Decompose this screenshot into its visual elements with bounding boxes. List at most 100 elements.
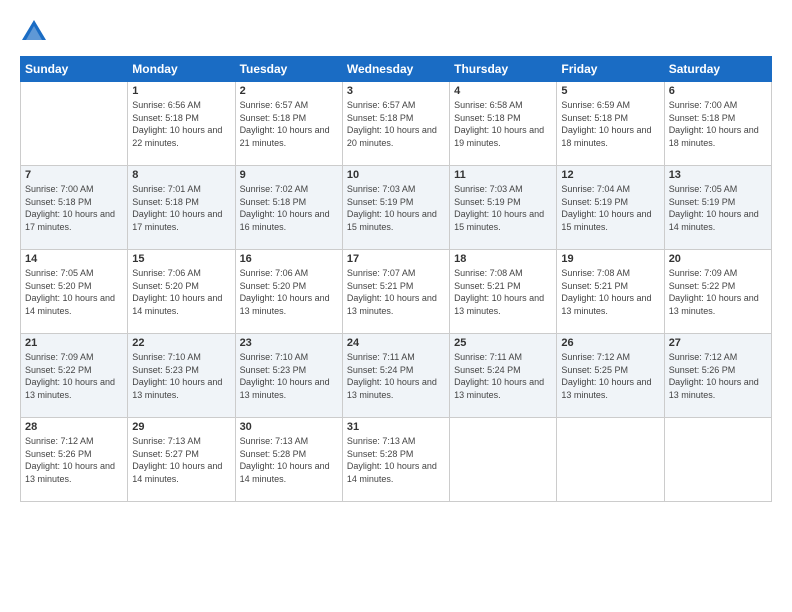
calendar-week-row: 7Sunrise: 7:00 AMSunset: 5:18 PMDaylight… — [21, 166, 772, 250]
day-info: Sunrise: 7:11 AMSunset: 5:24 PMDaylight:… — [347, 351, 445, 401]
day-info: Sunrise: 7:00 AMSunset: 5:18 PMDaylight:… — [669, 99, 767, 149]
calendar-cell — [557, 418, 664, 502]
day-number: 12 — [561, 169, 659, 181]
calendar-cell: 27 Sunrise: 7:12 AMSunset: 5:26 PMDayligh… — [664, 334, 771, 418]
day-number: 17 — [347, 253, 445, 265]
calendar-cell: 30Sunrise: 7:13 AMSunset: 5:28 PMDayligh… — [235, 418, 342, 502]
weekday-header-tuesday: Tuesday — [235, 57, 342, 82]
day-number: 19 — [561, 253, 659, 265]
day-info: Sunrise: 7:12 AMSunset: 5:25 PMDaylight:… — [561, 351, 659, 401]
day-number: 24 — [347, 337, 445, 349]
weekday-header-thursday: Thursday — [450, 57, 557, 82]
day-number: 11 — [454, 169, 552, 181]
calendar-cell: 10 Sunrise: 7:03 AMSunset: 5:19 PMDayligh… — [342, 166, 449, 250]
calendar-cell: 26 Sunrise: 7:12 AMSunset: 5:25 PMDayligh… — [557, 334, 664, 418]
calendar-cell — [664, 418, 771, 502]
logo-icon — [20, 18, 48, 46]
calendar-cell: 31 Sunrise: 7:13 AMSunset: 5:28 PMDayligh… — [342, 418, 449, 502]
weekday-header-wednesday: Wednesday — [342, 57, 449, 82]
day-number: 30 — [240, 421, 338, 433]
calendar-cell: 11 Sunrise: 7:03 AMSunset: 5:19 PMDayligh… — [450, 166, 557, 250]
day-number: 26 — [561, 337, 659, 349]
day-info: Sunrise: 7:10 AMSunset: 5:23 PMDaylight:… — [132, 351, 230, 401]
day-number: 8 — [132, 169, 230, 181]
day-number: 1 — [132, 85, 230, 97]
calendar-cell: 18 Sunrise: 7:08 AMSunset: 5:21 PMDayligh… — [450, 250, 557, 334]
calendar-cell: 17 Sunrise: 7:07 AMSunset: 5:21 PMDayligh… — [342, 250, 449, 334]
calendar-cell: 9 Sunrise: 7:02 AMSunset: 5:18 PMDaylight… — [235, 166, 342, 250]
calendar-cell — [21, 82, 128, 166]
logo — [20, 18, 52, 46]
weekday-header-monday: Monday — [128, 57, 235, 82]
day-info: Sunrise: 6:58 AMSunset: 5:18 PMDaylight:… — [454, 99, 552, 149]
day-info: Sunrise: 7:09 AMSunset: 5:22 PMDaylight:… — [669, 267, 767, 317]
day-number: 10 — [347, 169, 445, 181]
day-number: 23 — [240, 337, 338, 349]
day-info: Sunrise: 7:07 AMSunset: 5:21 PMDaylight:… — [347, 267, 445, 317]
day-info: Sunrise: 7:13 AMSunset: 5:27 PMDaylight:… — [132, 435, 230, 485]
calendar-header-row: SundayMondayTuesdayWednesdayThursdayFrid… — [21, 57, 772, 82]
day-number: 28 — [25, 421, 123, 433]
calendar-cell: 4Sunrise: 6:58 AMSunset: 5:18 PMDaylight… — [450, 82, 557, 166]
day-info: Sunrise: 6:57 AMSunset: 5:18 PMDaylight:… — [240, 99, 338, 149]
day-info: Sunrise: 7:10 AMSunset: 5:23 PMDaylight:… — [240, 351, 338, 401]
day-number: 14 — [25, 253, 123, 265]
day-number: 15 — [132, 253, 230, 265]
day-info: Sunrise: 7:12 AMSunset: 5:26 PMDaylight:… — [25, 435, 123, 485]
calendar-cell: 7Sunrise: 7:00 AMSunset: 5:18 PMDaylight… — [21, 166, 128, 250]
calendar-cell: 29 Sunrise: 7:13 AMSunset: 5:27 PMDayligh… — [128, 418, 235, 502]
calendar-week-row: 28 Sunrise: 7:12 AMSunset: 5:26 PMDayligh… — [21, 418, 772, 502]
calendar-cell: 20 Sunrise: 7:09 AMSunset: 5:22 PMDayligh… — [664, 250, 771, 334]
day-number: 21 — [25, 337, 123, 349]
day-number: 29 — [132, 421, 230, 433]
calendar-cell: 28 Sunrise: 7:12 AMSunset: 5:26 PMDayligh… — [21, 418, 128, 502]
day-info: Sunrise: 7:06 AMSunset: 5:20 PMDaylight:… — [132, 267, 230, 317]
day-info: Sunrise: 7:01 AMSunset: 5:18 PMDaylight:… — [132, 183, 230, 233]
day-number: 20 — [669, 253, 767, 265]
day-number: 3 — [347, 85, 445, 97]
calendar-week-row: 21 Sunrise: 7:09 AMSunset: 5:22 PMDayligh… — [21, 334, 772, 418]
calendar-cell: 21 Sunrise: 7:09 AMSunset: 5:22 PMDayligh… — [21, 334, 128, 418]
calendar-cell: 2 Sunrise: 6:57 AMSunset: 5:18 PMDaylight… — [235, 82, 342, 166]
day-number: 18 — [454, 253, 552, 265]
calendar-week-row: 1 Sunrise: 6:56 AMSunset: 5:18 PMDaylight… — [21, 82, 772, 166]
weekday-header-saturday: Saturday — [664, 57, 771, 82]
day-info: Sunrise: 6:56 AMSunset: 5:18 PMDaylight:… — [132, 99, 230, 149]
calendar-cell: 5Sunrise: 6:59 AMSunset: 5:18 PMDaylight… — [557, 82, 664, 166]
calendar-cell: 24 Sunrise: 7:11 AMSunset: 5:24 PMDayligh… — [342, 334, 449, 418]
day-info: Sunrise: 7:00 AMSunset: 5:18 PMDaylight:… — [25, 183, 123, 233]
calendar-cell: 16 Sunrise: 7:06 AMSunset: 5:20 PMDayligh… — [235, 250, 342, 334]
day-info: Sunrise: 7:09 AMSunset: 5:22 PMDaylight:… — [25, 351, 123, 401]
calendar-table: SundayMondayTuesdayWednesdayThursdayFrid… — [20, 56, 772, 502]
day-number: 22 — [132, 337, 230, 349]
day-number: 31 — [347, 421, 445, 433]
day-info: Sunrise: 7:02 AMSunset: 5:18 PMDaylight:… — [240, 183, 338, 233]
day-number: 16 — [240, 253, 338, 265]
calendar-cell: 15 Sunrise: 7:06 AMSunset: 5:20 PMDayligh… — [128, 250, 235, 334]
calendar-cell: 3Sunrise: 6:57 AMSunset: 5:18 PMDaylight… — [342, 82, 449, 166]
calendar-cell: 19Sunrise: 7:08 AMSunset: 5:21 PMDayligh… — [557, 250, 664, 334]
calendar-cell: 23 Sunrise: 7:10 AMSunset: 5:23 PMDayligh… — [235, 334, 342, 418]
day-number: 13 — [669, 169, 767, 181]
weekday-header-sunday: Sunday — [21, 57, 128, 82]
day-info: Sunrise: 7:08 AMSunset: 5:21 PMDaylight:… — [454, 267, 552, 317]
day-info: Sunrise: 7:03 AMSunset: 5:19 PMDaylight:… — [454, 183, 552, 233]
day-info: Sunrise: 7:03 AMSunset: 5:19 PMDaylight:… — [347, 183, 445, 233]
weekday-header-friday: Friday — [557, 57, 664, 82]
calendar-week-row: 14 Sunrise: 7:05 AMSunset: 5:20 PMDayligh… — [21, 250, 772, 334]
page: SundayMondayTuesdayWednesdayThursdayFrid… — [0, 0, 792, 612]
calendar-cell: 22 Sunrise: 7:10 AMSunset: 5:23 PMDayligh… — [128, 334, 235, 418]
calendar-cell: 1 Sunrise: 6:56 AMSunset: 5:18 PMDaylight… — [128, 82, 235, 166]
day-info: Sunrise: 7:06 AMSunset: 5:20 PMDaylight:… — [240, 267, 338, 317]
day-info: Sunrise: 7:05 AMSunset: 5:20 PMDaylight:… — [25, 267, 123, 317]
day-info: Sunrise: 7:13 AMSunset: 5:28 PMDaylight:… — [347, 435, 445, 485]
calendar-cell: 6Sunrise: 7:00 AMSunset: 5:18 PMDaylight… — [664, 82, 771, 166]
day-number: 2 — [240, 85, 338, 97]
day-number: 25 — [454, 337, 552, 349]
calendar-cell: 8 Sunrise: 7:01 AMSunset: 5:18 PMDaylight… — [128, 166, 235, 250]
day-number: 9 — [240, 169, 338, 181]
header — [20, 18, 772, 46]
day-info: Sunrise: 7:12 AMSunset: 5:26 PMDaylight:… — [669, 351, 767, 401]
day-number: 27 — [669, 337, 767, 349]
calendar-cell — [450, 418, 557, 502]
